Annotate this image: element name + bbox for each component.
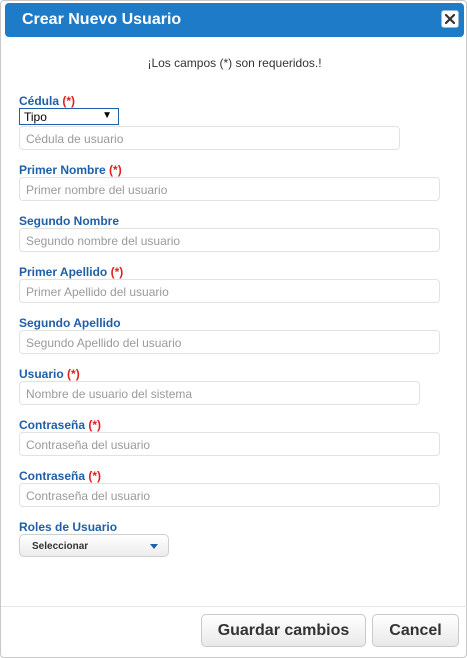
contrasena-label: Contraseña (*) [19, 418, 101, 432]
usuario-input[interactable]: Nombre de usuario del sistema [19, 381, 420, 405]
usuario-label: Usuario (*) [19, 367, 80, 381]
primer-apellido-label: Primer Apellido (*) [19, 265, 123, 279]
required-note-suffix: son requeridos.! [232, 56, 322, 70]
cedula-input[interactable]: Cédula de usuario [19, 126, 400, 150]
segundo-apellido-label: Segundo Apellido [19, 316, 121, 330]
roles-select[interactable]: Seleccionar [19, 534, 169, 557]
roles-label: Roles de Usuario [19, 520, 117, 534]
contrasena-input[interactable]: Contraseña del usuario [19, 432, 440, 456]
primer-apellido-label-text: Primer Apellido [19, 265, 108, 279]
footer-divider [1, 606, 467, 607]
contrasena-confirm-label: Contraseña (*) [19, 469, 101, 483]
required-mark: (*) [109, 163, 122, 177]
segundo-nombre-label: Segundo Nombre [19, 214, 119, 228]
required-note-mark: (*) [219, 56, 233, 70]
usuario-label-text: Usuario [19, 367, 64, 381]
chevron-down-icon [150, 544, 158, 549]
cedula-label: Cédula (*) [19, 94, 75, 108]
primer-nombre-input[interactable]: Primer nombre del usuario [19, 177, 440, 201]
cancel-button[interactable]: Cancel [372, 614, 459, 647]
cedula-type-value: Tipo [24, 110, 47, 124]
contrasena-label-text: Contraseña [19, 418, 86, 432]
close-button[interactable] [441, 10, 459, 28]
select-arrow-icon: ▼ [102, 110, 112, 121]
segundo-nombre-label-text: Segundo Nombre [19, 214, 120, 228]
dialog-title: Crear Nuevo Usuario [22, 11, 182, 28]
segundo-apellido-label-text: Segundo Apellido [19, 316, 121, 330]
primer-apellido-input[interactable]: Primer Apellido del usuario [19, 279, 440, 303]
required-fields-note: ¡Los campos (*) son requeridos.! [1, 56, 467, 70]
save-button[interactable]: Guardar cambios [201, 614, 366, 647]
cedula-type-select[interactable]: Tipo ▼ [19, 108, 119, 125]
dialog-titlebar: Crear Nuevo Usuario [5, 3, 464, 37]
required-mark: (*) [62, 94, 76, 108]
required-mark: (*) [110, 265, 124, 279]
required-mark: (*) [88, 418, 102, 432]
contrasena-confirm-label-text: Contraseña [19, 469, 86, 483]
segundo-apellido-input[interactable]: Segundo Apellido del usuario [19, 330, 440, 354]
close-icon [445, 14, 455, 24]
required-mark: (*) [67, 367, 80, 381]
contrasena-confirm-input[interactable]: Contraseña del usuario [19, 483, 440, 507]
roles-select-value: Seleccionar [32, 541, 89, 552]
create-user-dialog: Crear Nuevo Usuario ¡Los campos (*) son … [0, 0, 467, 658]
primer-nombre-label-text: Primer Nombre [19, 163, 106, 177]
primer-nombre-label: Primer Nombre (*) [19, 163, 122, 177]
required-note-prefix: ¡Los campos [147, 56, 220, 70]
segundo-nombre-input[interactable]: Segundo nombre del usuario [19, 228, 440, 252]
required-mark: (*) [88, 469, 102, 483]
cedula-label-text: Cédula [19, 94, 60, 108]
roles-label-text: Roles de Usuario [19, 520, 118, 534]
